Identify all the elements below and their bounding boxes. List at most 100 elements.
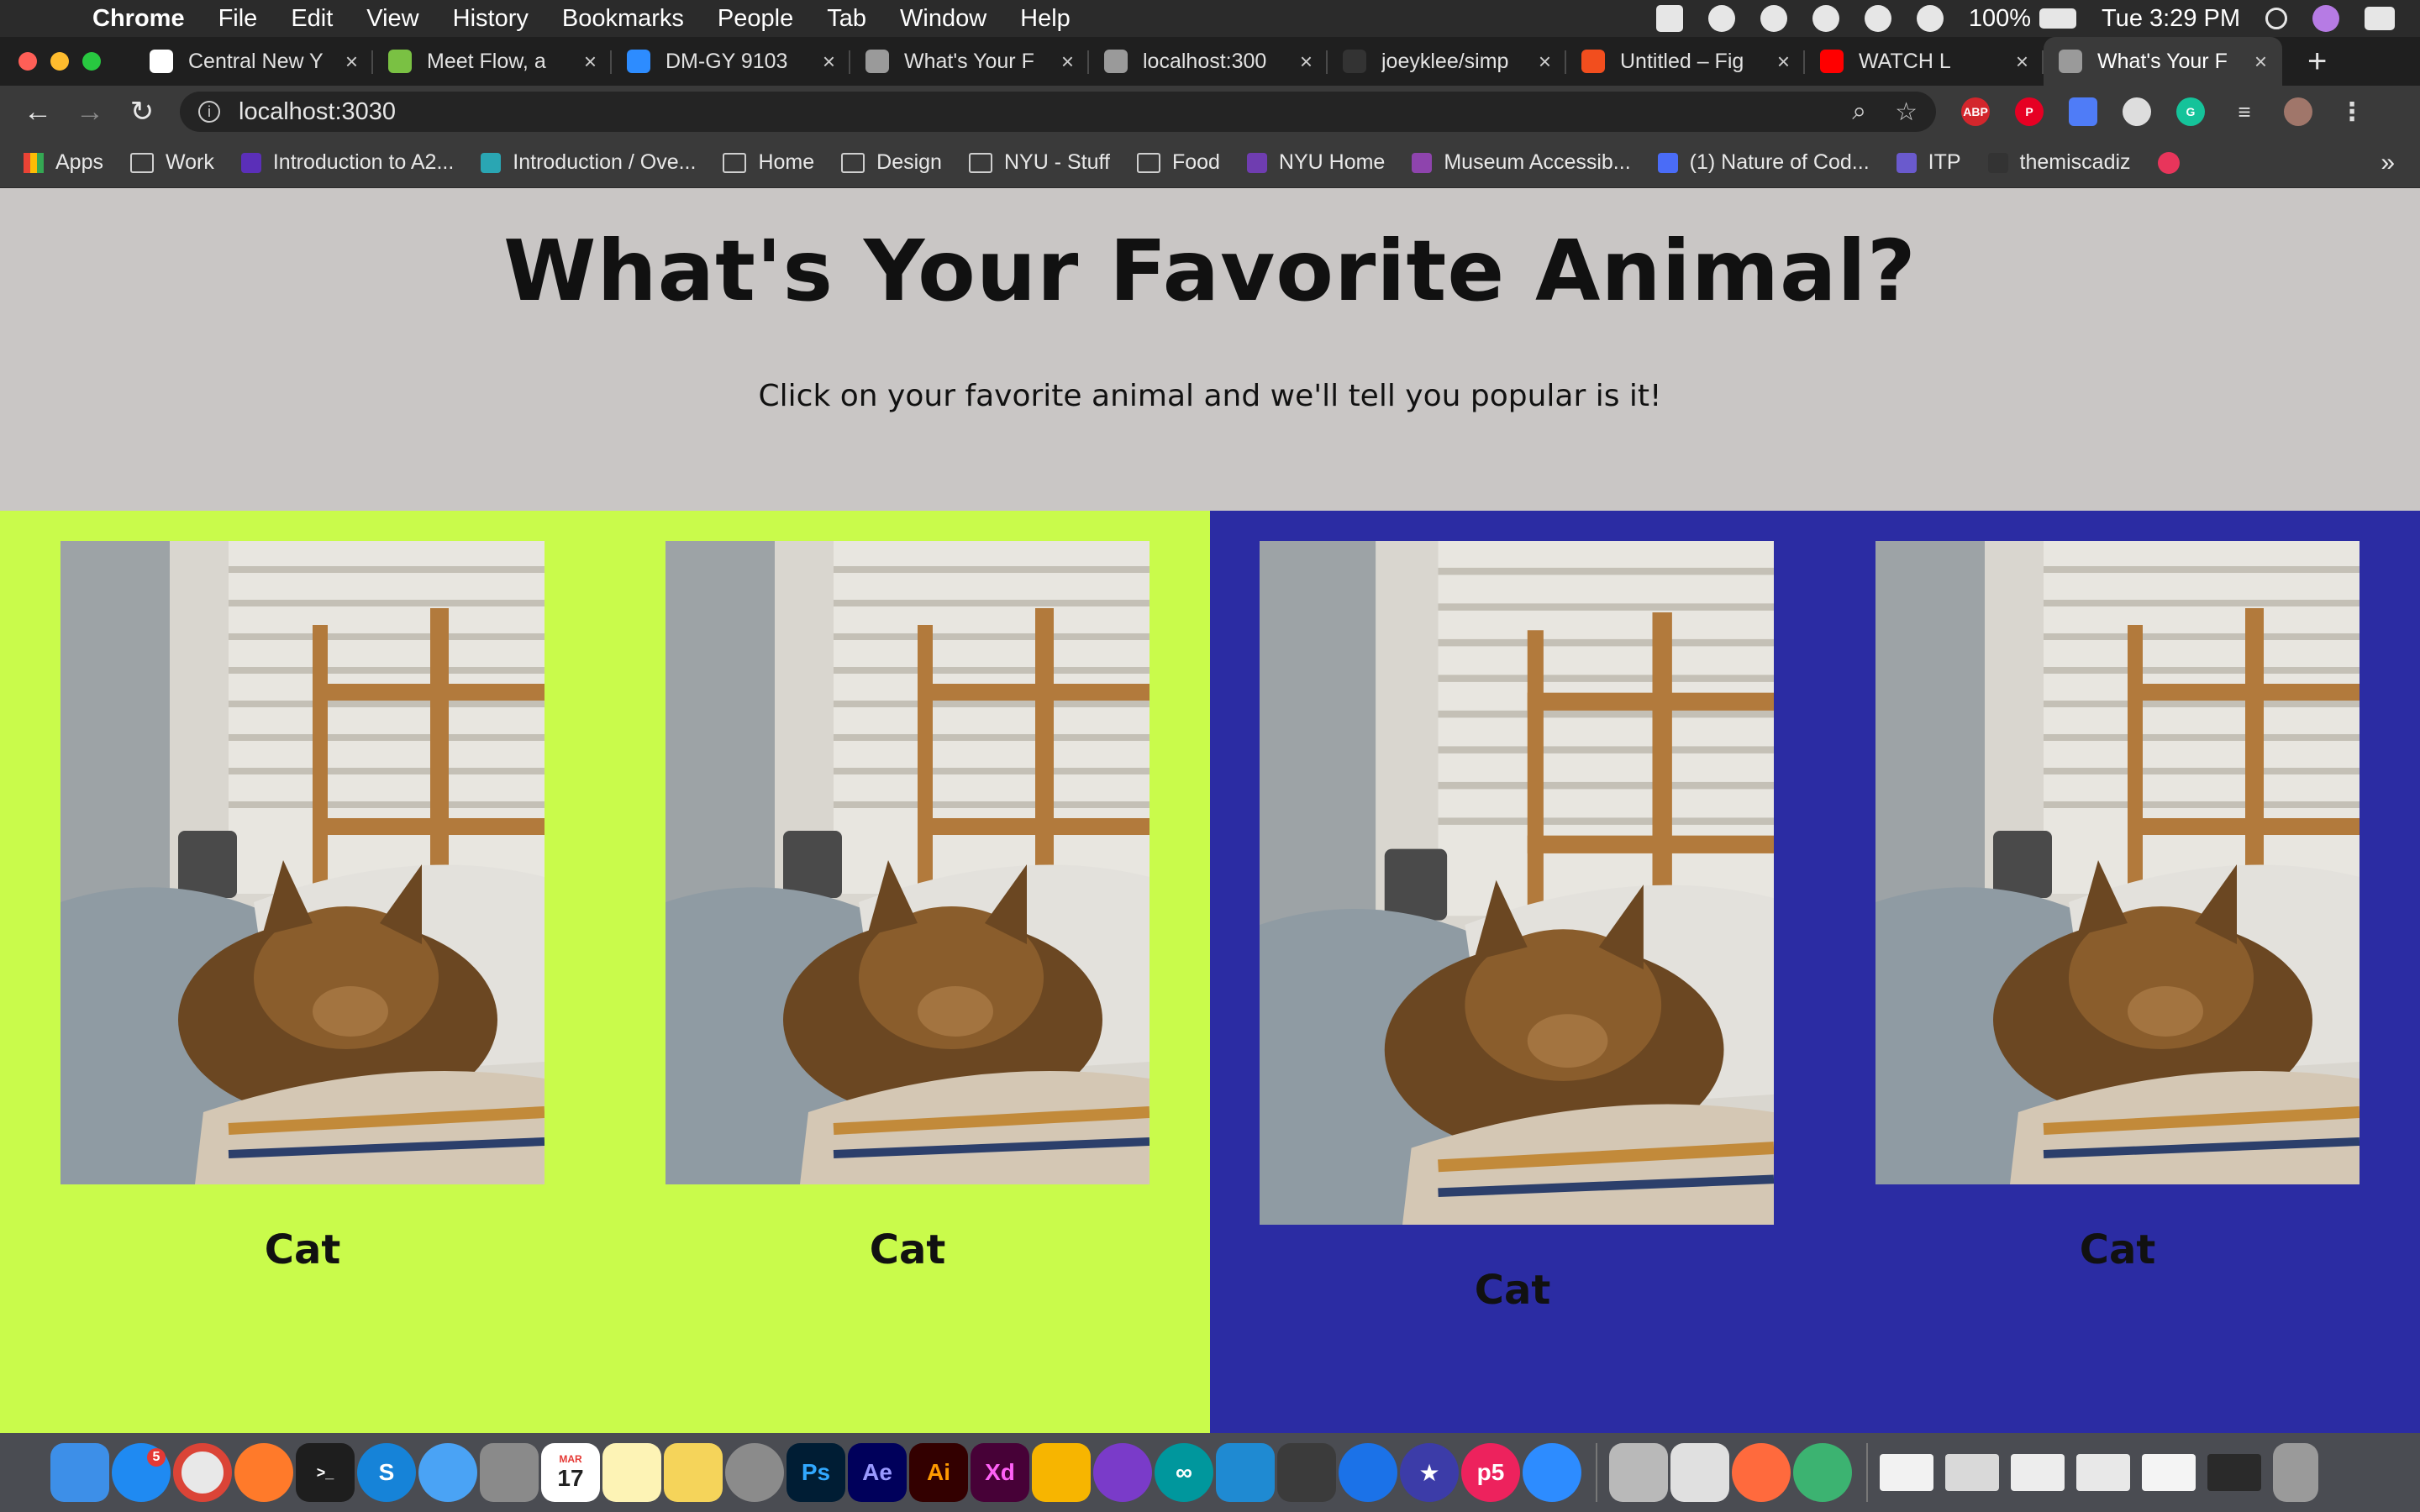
finder-icon[interactable] xyxy=(50,1443,109,1502)
system-preferences-icon[interactable] xyxy=(725,1443,784,1502)
animal-card-4[interactable]: Cat xyxy=(1815,511,2420,1433)
dropbox-icon[interactable] xyxy=(1655,5,1683,32)
extension-icon[interactable] xyxy=(2069,97,2097,126)
bookmark-item[interactable]: themiscadiz xyxy=(1987,150,2131,175)
cat-photo[interactable] xyxy=(1260,541,1774,1225)
close-window-button[interactable] xyxy=(18,52,37,71)
zoom-window-button[interactable] xyxy=(82,52,101,71)
browser-tab[interactable]: WATCH L × xyxy=(1805,37,2044,86)
firefox-icon[interactable] xyxy=(234,1443,293,1502)
minimize-window-button[interactable] xyxy=(50,52,69,71)
notes-icon[interactable] xyxy=(602,1443,661,1502)
animal-label[interactable]: Cat xyxy=(1815,1226,2420,1273)
tab-close-icon[interactable]: × xyxy=(1061,49,1074,75)
skype-icon[interactable]: S xyxy=(357,1443,416,1502)
siri-icon[interactable] xyxy=(2312,5,2339,32)
animal-card-3[interactable]: Cat xyxy=(1210,511,1815,1433)
calendar-icon[interactable]: MAR 17 xyxy=(541,1443,600,1502)
processing-icon[interactable] xyxy=(1277,1443,1336,1502)
profile-avatar[interactable] xyxy=(2284,97,2312,126)
quicktime-icon[interactable] xyxy=(1339,1443,1397,1502)
minimized-window-thumbnail[interactable] xyxy=(2142,1454,2196,1491)
media-controls-icon[interactable]: ≡ xyxy=(2230,97,2259,126)
animal-card-1[interactable]: Cat xyxy=(0,511,605,1433)
volume-icon[interactable] xyxy=(1916,5,1944,32)
cat-photo[interactable] xyxy=(1876,541,2360,1184)
new-tab-button[interactable]: + xyxy=(2282,37,2327,86)
bookmark-item[interactable]: Food xyxy=(1136,150,1220,175)
forward-button[interactable]: → xyxy=(64,96,116,129)
preview-icon[interactable] xyxy=(1609,1443,1668,1502)
browser-tab[interactable]: What's Your F × xyxy=(2044,37,2282,86)
pencil-app-icon[interactable] xyxy=(1732,1443,1791,1502)
xd-icon[interactable]: Xd xyxy=(971,1443,1029,1502)
after-effects-icon[interactable]: Ae xyxy=(848,1443,907,1502)
notification-center-icon[interactable] xyxy=(2365,7,2395,30)
cat-photo[interactable] xyxy=(60,541,544,1184)
bluetooth-icon[interactable] xyxy=(1812,5,1839,32)
bookmark-item[interactable]: ITP xyxy=(1896,150,1961,175)
menu-file[interactable]: File xyxy=(218,5,258,33)
menu-bookmarks[interactable]: Bookmarks xyxy=(562,5,684,33)
tab-close-icon[interactable]: × xyxy=(1300,49,1313,75)
atom-icon[interactable] xyxy=(1793,1443,1852,1502)
battery-icon[interactable] xyxy=(2039,8,2077,29)
address-bar-url[interactable]: localhost:3030 xyxy=(239,98,1823,126)
minimized-window-thumbnail[interactable] xyxy=(1880,1454,1933,1491)
menu-tab[interactable]: Tab xyxy=(827,5,866,33)
tab-close-icon[interactable]: × xyxy=(2254,49,2267,75)
illustrator-icon[interactable]: Ai xyxy=(909,1443,968,1502)
terminal-icon[interactable]: >_ xyxy=(296,1443,355,1502)
textedit-icon[interactable] xyxy=(1670,1443,1729,1502)
address-bar[interactable]: i localhost:3030 ⌕ ☆ xyxy=(180,92,1936,132)
bookmark-star-icon[interactable]: ☆ xyxy=(1895,97,1918,127)
tab-close-icon[interactable]: × xyxy=(2016,49,2028,75)
minimized-window-thumbnail[interactable] xyxy=(2207,1454,2261,1491)
messages-icon[interactable] xyxy=(418,1443,477,1502)
sketch-icon[interactable] xyxy=(1032,1443,1091,1502)
adblock-plus-icon[interactable]: ABP xyxy=(1961,97,1990,126)
bookmark-item[interactable]: Introduction to A2... xyxy=(240,150,454,175)
creative-cloud-icon[interactable] xyxy=(1707,5,1735,32)
browser-tab[interactable]: Meet Flow, a × xyxy=(373,37,612,86)
browser-tab[interactable]: Central New Y × xyxy=(134,37,373,86)
clock[interactable]: Tue 3:29 PM xyxy=(2102,5,2240,33)
back-button[interactable]: ← xyxy=(12,96,64,129)
tab-close-icon[interactable]: × xyxy=(1777,49,1790,75)
tab-close-icon[interactable]: × xyxy=(345,49,358,75)
menu-app-name[interactable]: Chrome xyxy=(92,5,185,33)
tab-close-icon[interactable]: × xyxy=(584,49,597,75)
imovie-icon[interactable]: ★ xyxy=(1400,1443,1459,1502)
grammarly-icon[interactable]: G xyxy=(2176,97,2205,126)
wifi-icon[interactable] xyxy=(1864,5,1891,32)
tab-close-icon[interactable]: × xyxy=(823,49,835,75)
battery-percent[interactable]: 100% xyxy=(1969,5,2031,33)
minimized-window-thumbnail[interactable] xyxy=(2076,1454,2130,1491)
zoom-magnifier-icon[interactable]: ⌕ xyxy=(1852,97,1866,126)
bookmarks-overflow-icon[interactable]: » xyxy=(2381,149,2420,177)
bookmark-item[interactable]: Apps xyxy=(24,150,103,175)
browser-tab[interactable]: Untitled – Fig × xyxy=(1566,37,1805,86)
tab-close-icon[interactable]: × xyxy=(1539,49,1551,75)
menu-people[interactable]: People xyxy=(718,5,793,33)
minimized-window-thumbnail[interactable] xyxy=(2011,1454,2065,1491)
zoom-icon[interactable] xyxy=(1523,1443,1581,1502)
p5-icon[interactable]: p5 xyxy=(1461,1443,1520,1502)
github-desktop-icon[interactable] xyxy=(1093,1443,1152,1502)
calculator-icon[interactable] xyxy=(480,1443,539,1502)
arduino-icon[interactable]: ∞ xyxy=(1155,1443,1213,1502)
vscode-icon[interactable] xyxy=(1216,1443,1275,1502)
cat-photo[interactable] xyxy=(666,541,1150,1184)
extension-icon-2[interactable] xyxy=(2123,97,2151,126)
pinterest-icon[interactable]: P xyxy=(2015,97,2044,126)
bookmark-figma-icon[interactable] xyxy=(2157,151,2191,174)
menu-help[interactable]: Help xyxy=(1020,5,1071,33)
checkmark-icon[interactable] xyxy=(1760,5,1787,32)
bookmark-item[interactable]: Design xyxy=(841,150,942,175)
reload-button[interactable]: ↻ xyxy=(116,95,168,129)
bookmark-item[interactable]: Introduction / Ove... xyxy=(481,150,696,175)
bookmark-item[interactable]: (1) Nature of Cod... xyxy=(1657,150,1870,175)
chrome-menu-icon[interactable]: ⋮ xyxy=(2338,97,2366,126)
site-info-icon[interactable]: i xyxy=(198,101,220,123)
animal-card-2[interactable]: Cat xyxy=(605,511,1210,1433)
